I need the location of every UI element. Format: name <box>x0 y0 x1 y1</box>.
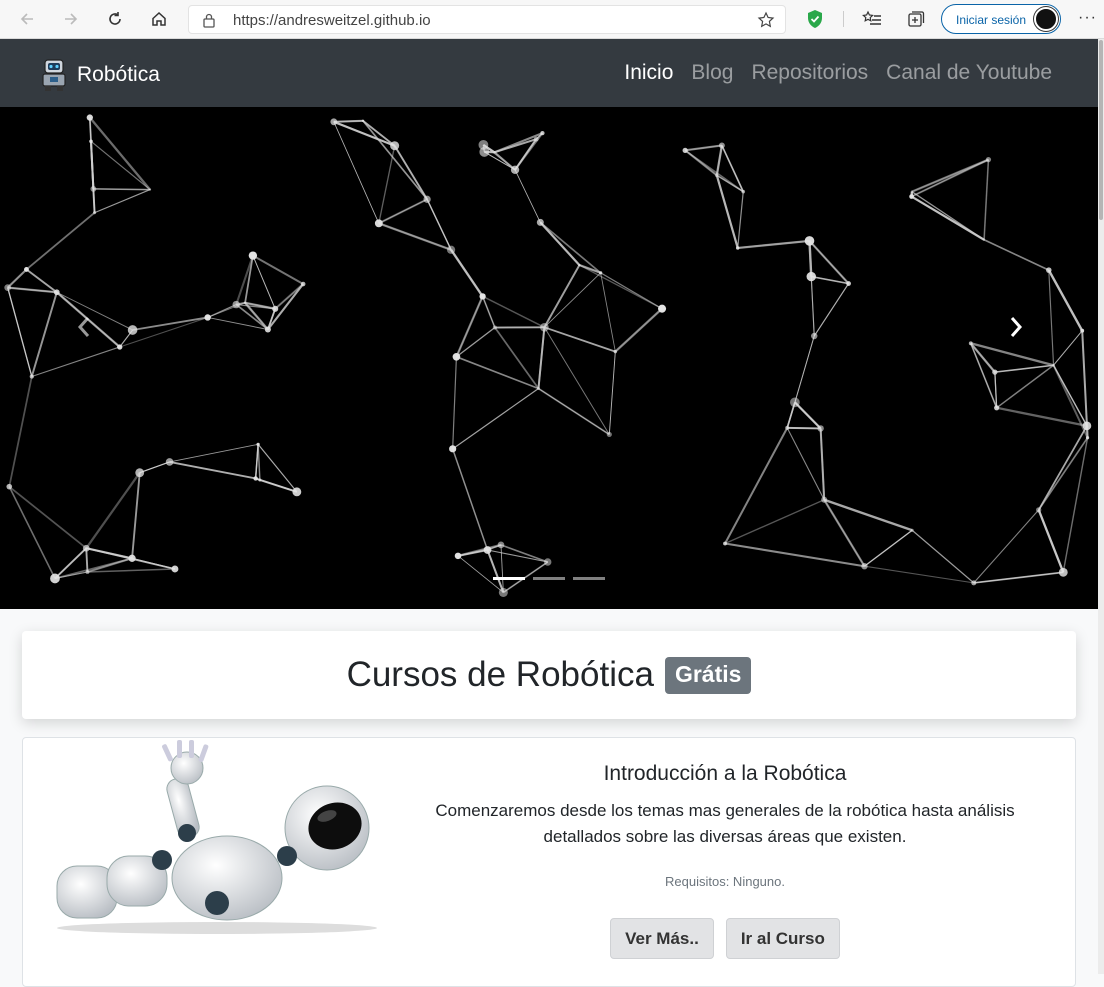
chevron-right-icon <box>1009 316 1023 338</box>
carousel-indicator-1[interactable] <box>493 577 525 580</box>
browser-toolbar: https://andresweitzel.github.io Iniciar … <box>0 0 1104 39</box>
brand-name: Robótica <box>77 63 160 87</box>
lock-icon <box>202 12 216 28</box>
course-actions: Ver Más.. Ir al Curso <box>401 918 1049 959</box>
carousel-prev-button[interactable] <box>64 312 104 342</box>
carousel-next-button[interactable] <box>996 312 1036 342</box>
site-navbar: Robótica Inicio Blog Repositorios Canal … <box>0 39 1098 107</box>
free-badge: Grátis <box>665 657 751 694</box>
arrow-right-icon <box>62 10 80 28</box>
carousel-indicator-3[interactable] <box>573 577 605 580</box>
url-text: https://andresweitzel.github.io <box>233 12 431 29</box>
robot-image <box>37 738 377 938</box>
course-description: Comenzaremos desde los temas mas general… <box>401 798 1049 850</box>
nav-link-repositorios[interactable]: Repositorios <box>751 61 868 85</box>
home-button[interactable] <box>144 4 174 34</box>
signin-button[interactable]: Iniciar sesión <box>941 4 1061 34</box>
nav-links: Inicio Blog Repositorios Canal de Youtub… <box>606 61 1052 85</box>
more-options-icon[interactable]: ··· <box>1078 9 1097 27</box>
nav-link-blog[interactable]: Blog <box>691 61 733 85</box>
carousel-indicator-2[interactable] <box>533 577 565 580</box>
page-title: Cursos de Robótica <box>347 655 654 695</box>
chevron-left-icon <box>77 316 91 338</box>
signin-label: Iniciar sesión <box>956 13 1026 27</box>
course-title: Introducción a la Robótica <box>401 762 1049 786</box>
courses-heading-card: Cursos de Robótica Grátis <box>22 631 1076 719</box>
collections-icon[interactable] <box>906 9 926 29</box>
course-card: Introducción a la Robótica Comenzaremos … <box>22 737 1076 987</box>
go-to-course-button[interactable]: Ir al Curso <box>726 918 840 959</box>
forward-button[interactable] <box>56 4 86 34</box>
address-bar[interactable]: https://andresweitzel.github.io <box>188 5 786 34</box>
carousel-indicators <box>493 577 613 580</box>
brand-link[interactable]: Robótica <box>40 58 160 92</box>
profile-avatar <box>1034 7 1058 31</box>
favorites-list-icon[interactable] <box>862 9 882 29</box>
home-icon <box>150 10 168 28</box>
hero-carousel <box>0 107 1098 609</box>
arrow-left-icon <box>18 10 36 28</box>
course-body: Introducción a la Robótica Comenzaremos … <box>401 762 1049 959</box>
robot-logo-icon <box>40 58 68 92</box>
course-requirements: Requisitos: Ninguno. <box>401 874 1049 889</box>
refresh-button[interactable] <box>100 4 130 34</box>
shield-extension-icon[interactable] <box>806 9 824 29</box>
favorite-star-icon[interactable] <box>757 11 775 29</box>
nav-link-youtube[interactable]: Canal de Youtube <box>886 61 1052 85</box>
nav-link-inicio[interactable]: Inicio <box>624 61 673 85</box>
view-more-button[interactable]: Ver Más.. <box>610 918 714 959</box>
toolbar-separator <box>843 11 844 27</box>
scrollbar-thumb[interactable] <box>1099 40 1103 220</box>
back-button[interactable] <box>12 4 42 34</box>
refresh-icon <box>106 10 124 28</box>
network-background-image <box>0 107 1098 609</box>
